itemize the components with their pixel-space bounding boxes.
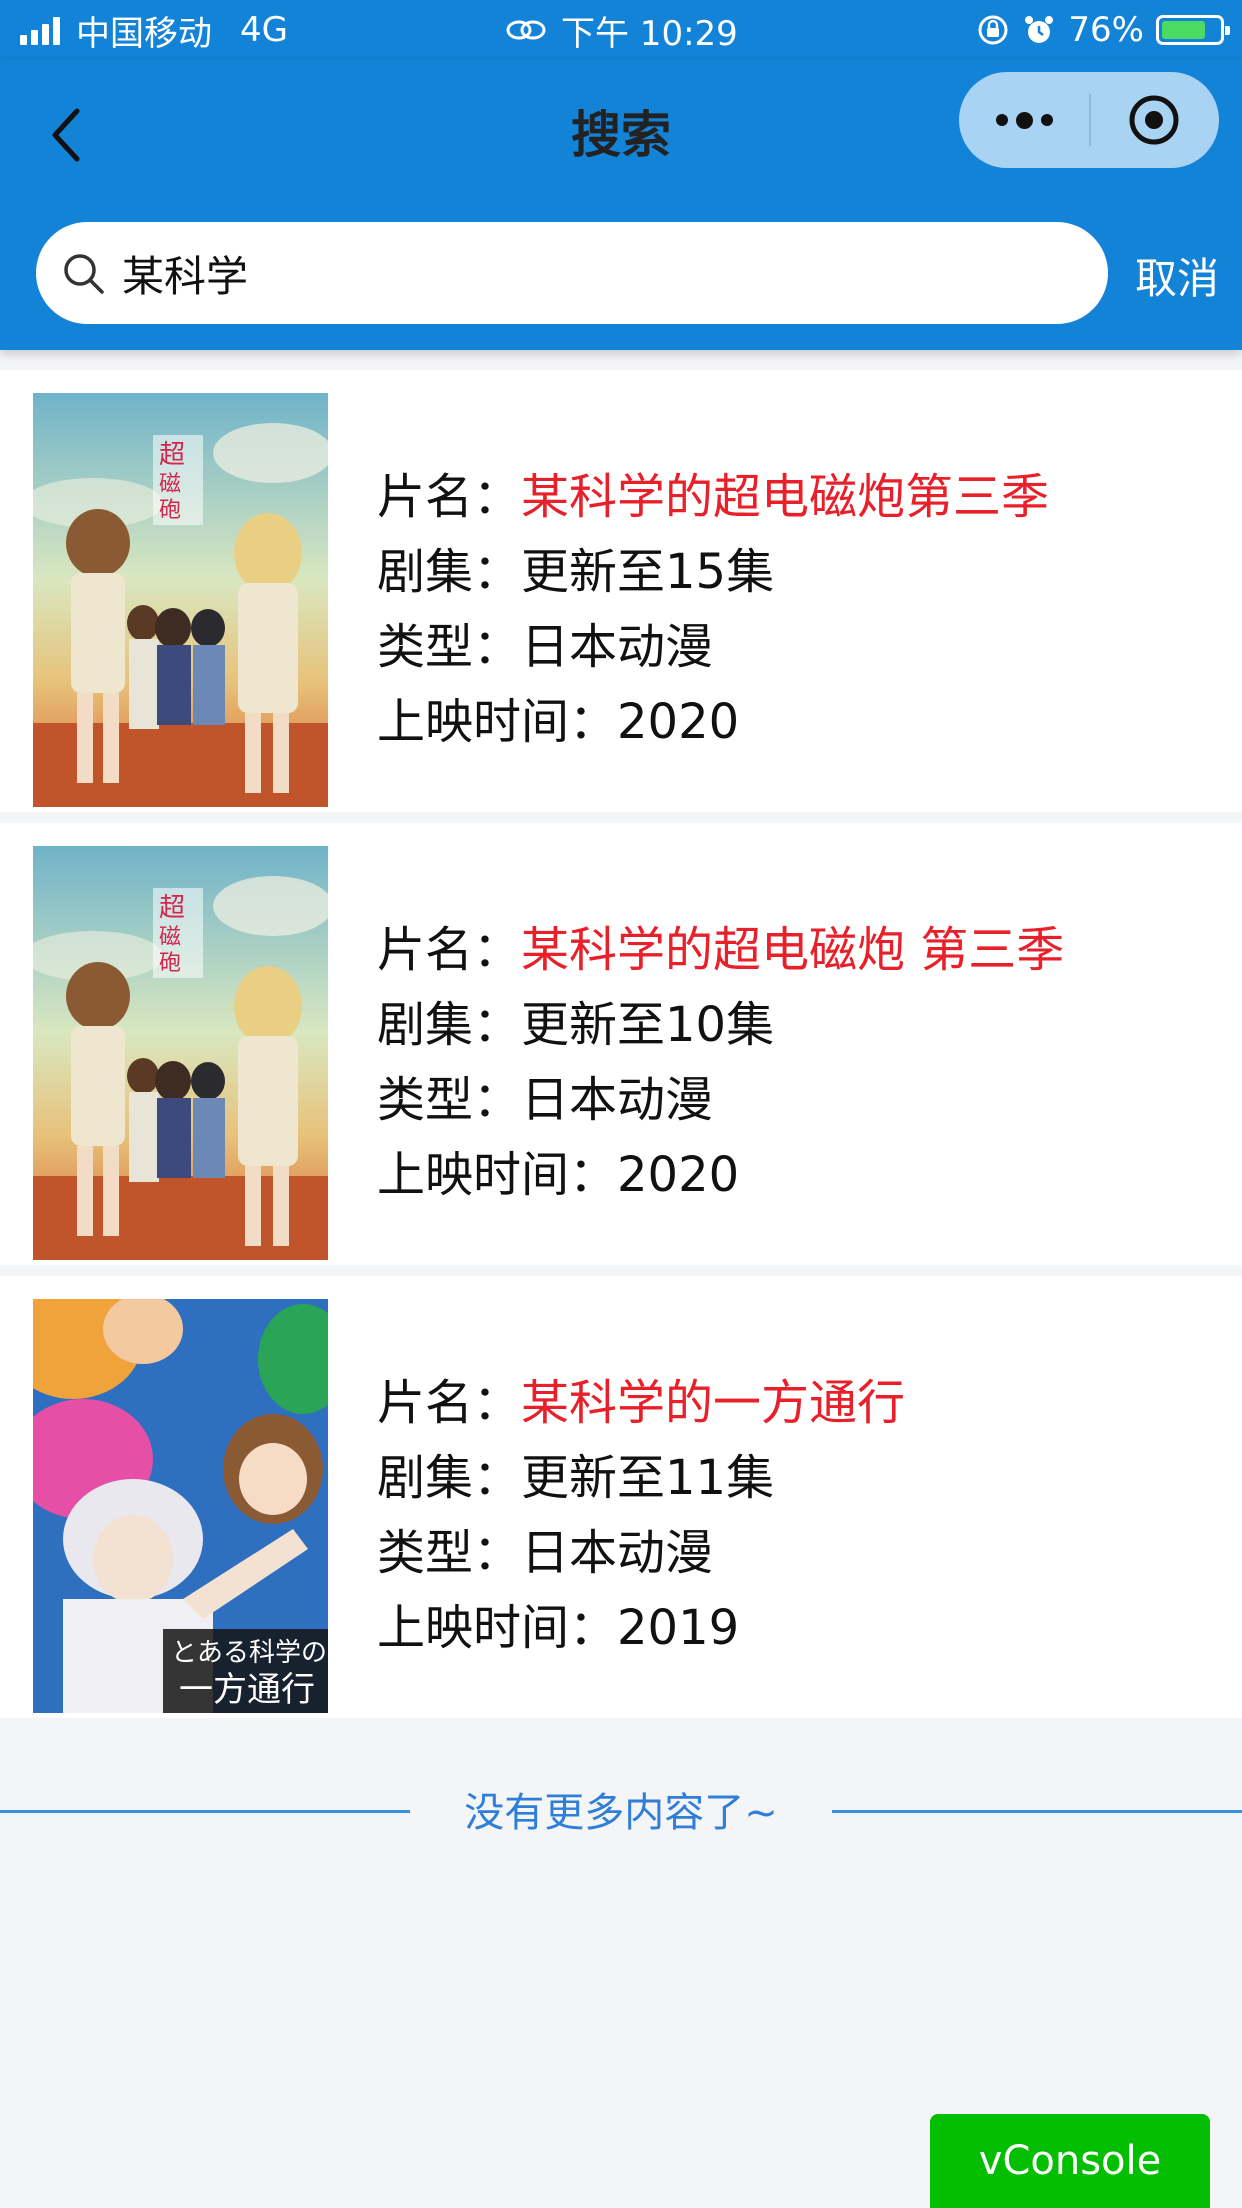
divider-right: [832, 1810, 1242, 1813]
genre-row: 类型：日本动漫: [377, 1063, 1064, 1138]
cancel-button[interactable]: 取消: [1135, 245, 1219, 306]
search-input[interactable]: [122, 238, 1062, 308]
result-title[interactable]: 某科学的一方通行: [521, 1375, 905, 1431]
result-info: 片名：某科学的一方通行 剧集：更新至11集 类型：日本动漫 上映时间：2019: [377, 1366, 905, 1666]
alarm-icon: [1025, 16, 1054, 43]
svg-text:砲: 砲: [159, 498, 181, 523]
release-row: 上映时间：2019: [377, 1591, 905, 1666]
episodes-label: 剧集：: [377, 997, 522, 1053]
result-info: 片名：某科学的超电磁炮 第三季 剧集：更新至10集 类型：日本动漫 上映时间：2…: [377, 913, 1064, 1213]
status-bar: 中国移动 4G 下午 10:29 76%: [0, 0, 1242, 60]
genre-row: 类型：日本动漫: [377, 610, 1049, 685]
episodes-label: 剧集：: [377, 544, 522, 600]
svg-text:とある科学の: とある科学の: [171, 1638, 327, 1668]
nav-bar: 搜索 取消: [0, 60, 1242, 350]
svg-text:超: 超: [159, 440, 185, 470]
result-year: 2020: [617, 694, 740, 750]
release-label: 上映时间：: [377, 1147, 618, 1203]
battery-icon: [1156, 15, 1230, 45]
genre-label: 类型：: [377, 1525, 522, 1581]
rotation-lock-icon: [978, 15, 1008, 45]
title-row: 片名：某科学的超电磁炮 第三季: [377, 913, 1064, 988]
title-row: 片名：某科学的超电磁炮第三季: [377, 460, 1049, 535]
search-icon: [64, 254, 104, 294]
mini-program-capsule: [959, 72, 1219, 168]
battery-percent: 76%: [1068, 10, 1144, 50]
result-episodes: 更新至15集: [521, 544, 775, 600]
result-genre: 日本动漫: [521, 619, 714, 675]
svg-text:砲: 砲: [159, 951, 181, 976]
genre-label: 类型：: [377, 1072, 522, 1128]
status-time: 下午 10:29: [561, 13, 738, 54]
result-card[interactable]: とある科学の 一方通行 片名：某科学的一方通行 剧集：更新至11集 类型：日本动…: [0, 1276, 1242, 1718]
svg-text:超: 超: [159, 893, 185, 923]
svg-text:磁: 磁: [159, 925, 181, 950]
svg-text:磁: 磁: [159, 472, 181, 497]
poster-image: 超 磁 砲: [33, 846, 328, 1260]
more-button[interactable]: [959, 72, 1089, 168]
more-dots-icon: [995, 114, 1008, 126]
link-icon: [506, 20, 546, 40]
title-label: 片名：: [377, 1375, 522, 1431]
result-year: 2020: [617, 1147, 740, 1203]
episodes-label: 剧集：: [377, 1450, 522, 1506]
title-row: 片名：某科学的一方通行: [377, 1366, 905, 1441]
signal-icon: [20, 15, 60, 45]
result-episodes: 更新至10集: [521, 997, 775, 1053]
result-title[interactable]: 某科学的超电磁炮 第三季: [521, 922, 1064, 978]
status-right: 76%: [976, 10, 1230, 50]
poster-image: とある科学の 一方通行: [33, 1299, 328, 1713]
status-center: 下午 10:29: [505, 10, 738, 54]
result-year: 2019: [617, 1600, 740, 1656]
result-card[interactable]: 超 磁 砲 片名：某科学的超电磁炮 第三季 剧集：更新至10集 类型：日本动漫 …: [0, 823, 1242, 1265]
result-card[interactable]: 超 磁 砲 片名：某科学的超电磁炮第三季 剧集：更新至15集 类型：日本动漫 上…: [0, 370, 1242, 812]
episodes-row: 剧集：更新至15集: [377, 535, 1049, 610]
result-episodes: 更新至11集: [521, 1450, 775, 1506]
carrier-name: 中国移动: [76, 13, 212, 54]
end-of-list-text: 没有更多内容了~: [464, 1790, 778, 1836]
release-row: 上映时间：2020: [377, 685, 1049, 760]
release-row: 上映时间：2020: [377, 1138, 1064, 1213]
title-label: 片名：: [377, 469, 522, 525]
target-icon: [1129, 95, 1179, 145]
result-genre: 日本动漫: [521, 1525, 714, 1581]
poster-image: 超 磁 砲: [33, 393, 328, 807]
network-type: 4G: [240, 10, 288, 50]
search-box[interactable]: [36, 222, 1108, 324]
genre-row: 类型：日本动漫: [377, 1516, 905, 1591]
vconsole-button[interactable]: vConsole: [930, 2114, 1210, 2208]
result-info: 片名：某科学的超电磁炮第三季 剧集：更新至15集 类型：日本动漫 上映时间：20…: [377, 460, 1049, 760]
result-title[interactable]: 某科学的超电磁炮第三季: [521, 469, 1049, 525]
result-genre: 日本动漫: [521, 1072, 714, 1128]
genre-label: 类型：: [377, 619, 522, 675]
episodes-row: 剧集：更新至11集: [377, 1441, 905, 1516]
close-miniprogram-button[interactable]: [1089, 72, 1219, 168]
svg-text:一方通行: 一方通行: [179, 1670, 315, 1710]
release-label: 上映时间：: [377, 1600, 618, 1656]
status-left: 中国移动 4G: [20, 10, 288, 54]
release-label: 上映时间：: [377, 694, 618, 750]
episodes-row: 剧集：更新至10集: [377, 988, 1064, 1063]
title-label: 片名：: [377, 922, 522, 978]
